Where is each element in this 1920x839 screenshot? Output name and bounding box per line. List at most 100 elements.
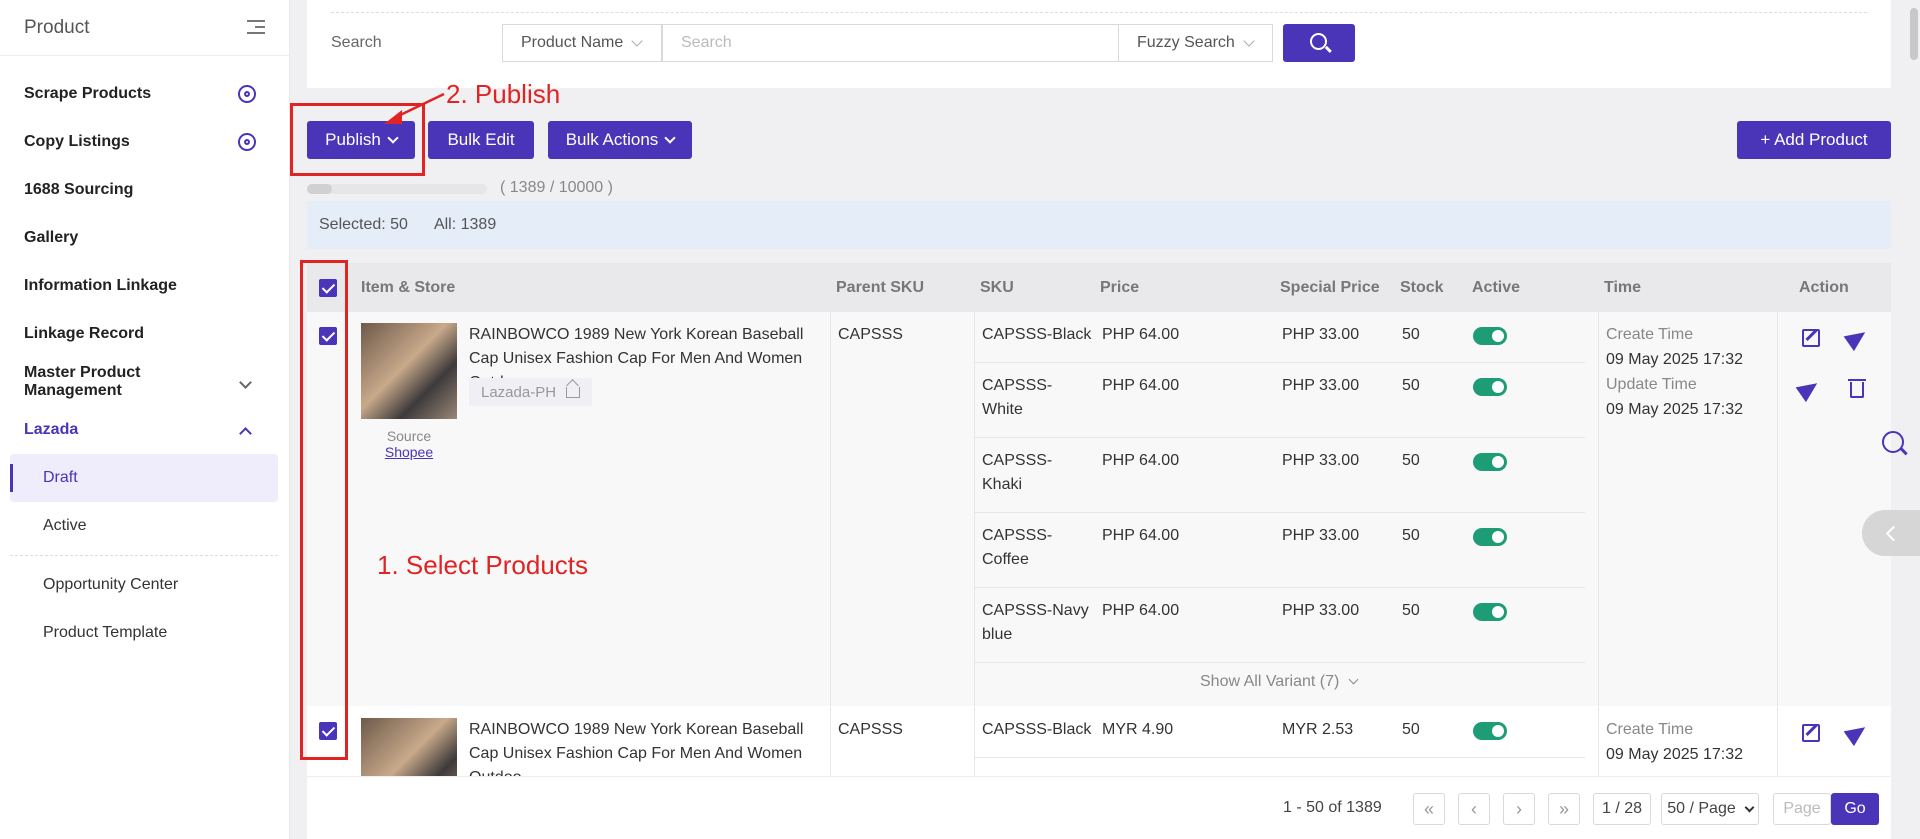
sidebar-item-lazada[interactable]: Lazada — [24, 415, 256, 445]
col-parent-sku: Parent SKU — [836, 279, 925, 296]
go-button[interactable]: Go — [1831, 793, 1879, 825]
variant-special-price: PHP 33.00 — [1282, 527, 1360, 544]
last-page-button[interactable]: » — [1548, 793, 1580, 825]
prev-page-button[interactable]: ‹ — [1458, 793, 1490, 825]
quota-progress-fill — [307, 184, 333, 194]
create-time-label: Create Time — [1606, 326, 1694, 343]
main-content: Search Product Name Search Fuzzy Search … — [307, 0, 1891, 839]
active-toggle[interactable] — [1473, 603, 1507, 621]
search-panel: Search Product Name Search Fuzzy Search — [307, 0, 1891, 88]
scheduled-publish-icon[interactable] — [1795, 375, 1823, 403]
annotation-arrow — [384, 92, 445, 124]
first-page-button[interactable]: « — [1413, 793, 1445, 825]
col-action: Action — [1799, 279, 1849, 296]
select-highlight-box — [300, 260, 348, 760]
sidebar-divider — [10, 555, 278, 556]
variant-stock: 50 — [1402, 721, 1420, 738]
active-toggle[interactable] — [1473, 528, 1507, 546]
variant-stock: 50 — [1402, 377, 1420, 394]
publish-icon[interactable] — [1843, 719, 1871, 747]
product-thumbnail[interactable] — [361, 323, 457, 419]
divider — [1777, 312, 1778, 706]
store-icon — [566, 386, 581, 398]
search-mode-select[interactable]: Fuzzy Search — [1118, 24, 1273, 62]
variant-special-price: PHP 33.00 — [1282, 452, 1360, 469]
add-product-button[interactable]: + Add Product — [1737, 121, 1891, 159]
sidebar-subitem-draft[interactable]: Draft — [10, 454, 278, 502]
sidebar-subitem-product-template[interactable]: Product Template — [10, 609, 278, 657]
gear-icon[interactable] — [238, 85, 256, 103]
search-field-select[interactable]: Product Name — [502, 24, 662, 62]
store-tag: Lazada-PH — [469, 378, 593, 406]
bulk-actions-button[interactable]: Bulk Actions — [548, 121, 692, 159]
variant-price: MYR 4.90 — [1102, 721, 1174, 738]
sidebar-item-master-product-management[interactable]: Master Product Management — [24, 364, 256, 399]
create-time: 09 May 2025 17:32 — [1606, 351, 1743, 368]
variant-price: PHP 64.00 — [1102, 377, 1180, 394]
col-active: Active — [1472, 279, 1521, 296]
sidebar-item-information-linkage[interactable]: Information Linkage — [24, 271, 256, 301]
variant-special-price: PHP 33.00 — [1282, 377, 1360, 394]
divider — [830, 312, 831, 706]
col-time: Time — [1604, 279, 1642, 296]
variant-price: PHP 64.00 — [1102, 326, 1180, 343]
active-toggle[interactable] — [1473, 378, 1507, 396]
divider — [1598, 312, 1599, 706]
scrollbar[interactable] — [1910, 8, 1918, 60]
source-link[interactable]: Shopee — [385, 444, 433, 460]
chevron-down-icon — [1744, 802, 1755, 812]
all-count: All: 1389 — [433, 216, 497, 233]
search-icon — [1310, 33, 1327, 50]
col-price: Price — [1100, 279, 1140, 296]
divider — [975, 587, 1585, 588]
pagination-range: 1 - 50 of 1389 — [1283, 799, 1382, 816]
col-special-price: Special Price — [1280, 279, 1380, 296]
collapse-panel-button[interactable] — [1862, 510, 1920, 556]
variant-sku: CAPSSS-Black — [982, 721, 1092, 738]
variant-price: PHP 64.00 — [1102, 602, 1180, 619]
parent-sku: CAPSSS — [838, 326, 903, 343]
edit-icon[interactable] — [1802, 724, 1820, 742]
quota-text: ( 1389 / 10000 ) — [500, 179, 613, 196]
chevron-up-icon — [239, 426, 252, 440]
sidebar-item-copy-listings[interactable]: Copy Listings — [24, 127, 256, 157]
next-page-button[interactable]: › — [1503, 793, 1535, 825]
per-page-select[interactable]: 50 / Page — [1661, 793, 1759, 825]
variant-special-price: PHP 33.00 — [1282, 602, 1360, 619]
sidebar-header: Product — [0, 0, 289, 56]
parent-sku: CAPSSS — [838, 721, 903, 738]
show-all-variants-link[interactable]: Show All Variant (7) — [1200, 673, 1359, 691]
chevron-down-icon — [631, 35, 643, 47]
edit-icon[interactable] — [1802, 329, 1820, 347]
sidebar-title: Product — [24, 16, 90, 38]
search-button[interactable] — [1283, 24, 1355, 62]
gear-icon[interactable] — [238, 133, 256, 151]
variant-sku: CAPSSS-Black — [982, 326, 1092, 343]
quota-progress-bar — [307, 184, 487, 194]
sidebar-subitem-active[interactable]: Active — [10, 502, 278, 550]
sidebar-subitem-opportunity-center[interactable]: Opportunity Center — [10, 561, 278, 609]
search-label: Search — [331, 34, 382, 51]
collapse-menu-icon[interactable] — [245, 19, 265, 36]
variant-sku: CAPSSS-Khaki — [982, 452, 1053, 493]
floating-search-icon[interactable] — [1882, 431, 1904, 453]
active-toggle[interactable] — [1473, 722, 1507, 740]
sidebar-item-scrape-products[interactable]: Scrape Products — [24, 79, 256, 109]
publish-icon[interactable] — [1843, 324, 1871, 352]
sidebar-item-linkage-record[interactable]: Linkage Record — [24, 319, 256, 349]
variant-stock: 50 — [1402, 326, 1420, 343]
variant-sku: CAPSSS-Navy blue — [982, 602, 1089, 643]
pagination: 1 - 50 of 1389 « ‹ › » 1 / 28 50 / Page … — [307, 776, 1891, 839]
sidebar-item-1688-sourcing[interactable]: 1688 Sourcing — [24, 175, 256, 205]
sidebar-item-gallery[interactable]: Gallery — [24, 223, 256, 253]
delete-icon[interactable] — [1848, 379, 1866, 398]
col-item-store: Item & Store — [361, 279, 456, 296]
page-input[interactable]: Page — [1773, 793, 1831, 825]
table-row: RAINBOWCO 1989 New York Korean Baseball … — [307, 312, 1891, 706]
active-toggle[interactable] — [1473, 327, 1507, 345]
active-toggle[interactable] — [1473, 453, 1507, 471]
create-time-label: Create Time — [1606, 721, 1694, 738]
divider — [975, 437, 1585, 438]
search-input[interactable]: Search — [662, 24, 1126, 62]
source-label: Source — [386, 428, 432, 444]
